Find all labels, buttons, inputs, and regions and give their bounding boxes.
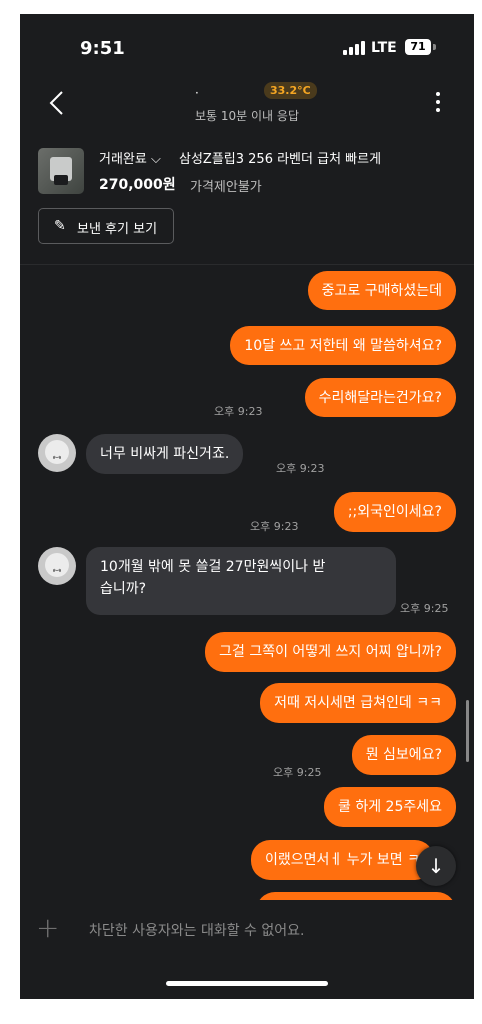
message-sent[interactable]: 중고로 구매하셨는데 <box>307 271 456 310</box>
input-bar: + 차단한 사용자와는 대화할 수 없어요. <box>20 900 474 960</box>
chat-screen: 9:51 LTE 71 · 33.2°C 보통 10분 이내 응답 거래완료 ⌵… <box>20 14 474 999</box>
message-sent[interactable]: 쿨 하게 25주세요 <box>324 787 456 827</box>
home-indicator[interactable] <box>166 981 328 986</box>
status-time: 9:51 <box>80 38 125 59</box>
message-time: 오후 9:23 <box>276 462 325 475</box>
message-sent[interactable]: 이랬으면서ㅔ 누가 보면 ㅋ <box>250 840 434 880</box>
message-sent[interactable]: 저때 저시세면 급쳐인데 ㅋㅋ <box>260 683 456 723</box>
partner-avatar[interactable] <box>38 434 76 472</box>
message-time: 오후 9:23 <box>214 405 263 418</box>
product-thumbnail[interactable] <box>38 148 84 194</box>
scroll-to-bottom-button[interactable]: ↓ <box>416 846 456 886</box>
view-review-label: 보낸 후기 보기 <box>77 222 158 237</box>
product-price: 270,000원 <box>99 177 176 193</box>
manner-temperature-badge: 33.2°C <box>264 82 317 99</box>
message-time: 오후 9:25 <box>400 602 449 615</box>
message-sent[interactable]: 수리해달라는건가요? <box>304 378 456 417</box>
battery-tip-icon <box>433 44 436 50</box>
message-time: 오후 9:25 <box>273 766 322 779</box>
message-received[interactable]: 10개월 밖에 못 쓸걸 27만원씩이나 받 습니까? <box>86 547 396 615</box>
message-received[interactable]: 너무 비싸게 파신거죠. <box>86 434 244 474</box>
product-title: 삼성Z플립3 256 라벤더 급처 빠르게 <box>179 152 382 167</box>
pencil-icon: ✎ <box>54 218 66 234</box>
plus-icon[interactable]: + <box>36 911 59 944</box>
view-review-button[interactable]: ✎ 보낸 후기 보기 <box>38 208 174 244</box>
message-time: 오후 9:23 <box>250 520 299 533</box>
network-label: LTE <box>371 40 397 56</box>
battery-icon: 71 <box>405 39 431 55</box>
message-line: 10개월 밖에 못 쓸걸 27만원씩이나 받 <box>100 559 326 575</box>
message-line: 습니까? <box>100 581 147 597</box>
response-time: 보통 10분 이내 응답 <box>195 109 299 123</box>
chat-partner-name: · <box>195 86 199 100</box>
message-sent[interactable]: 10달 쓰고 저한테 왜 말씀하셔요? <box>230 326 456 365</box>
product-card[interactable]: 거래완료 ⌵ 삼성Z플립3 256 라벤더 급처 빠르게 270,000원 가격… <box>20 140 474 265</box>
price-note: 가격제안불가 <box>190 180 262 195</box>
arrow-down-icon: ↓ <box>427 854 445 878</box>
message-sent[interactable]: 뭔 심보에요? <box>351 735 456 775</box>
scrollbar[interactable] <box>466 700 469 762</box>
trade-status-dropdown[interactable]: 거래완료 ⌵ <box>99 148 161 167</box>
more-options-button[interactable] <box>434 92 442 114</box>
blocked-notice: 차단한 사용자와는 대화할 수 없어요. <box>89 923 305 939</box>
signal-icon <box>343 41 365 55</box>
status-bar: 9:51 LTE 71 <box>20 14 474 72</box>
message-sent[interactable]: 그걸 그쪽이 어떻게 쓰지 어찌 압니까? <box>205 632 456 672</box>
message-sent[interactable]: ;;외국인이세요? <box>333 492 456 532</box>
partner-avatar[interactable] <box>38 547 76 585</box>
